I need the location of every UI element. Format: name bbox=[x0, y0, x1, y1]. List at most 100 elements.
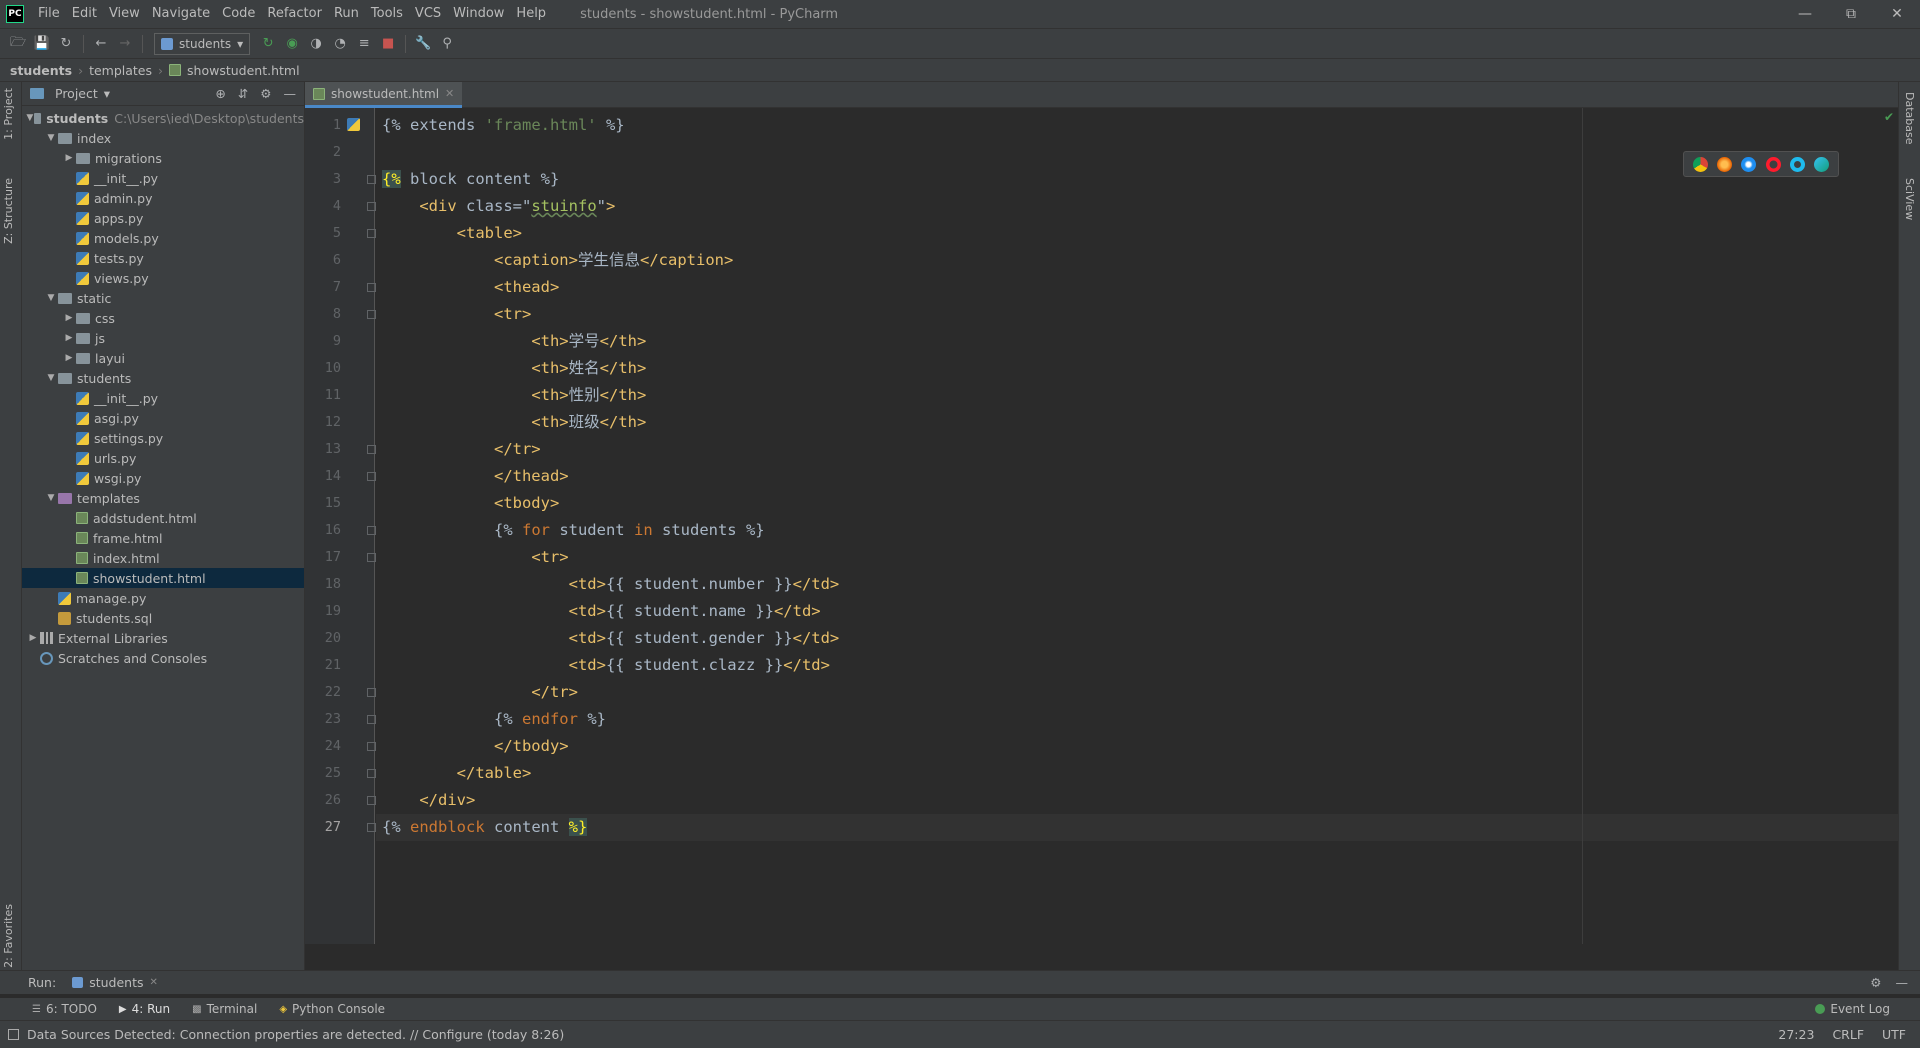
project-view-select[interactable]: Project bbox=[55, 86, 98, 101]
tab-database[interactable]: Database bbox=[1903, 92, 1916, 145]
chevron-right-icon[interactable]: ▶ bbox=[62, 333, 76, 343]
debug-bug-icon[interactable]: ◉ bbox=[280, 32, 304, 56]
fold-marker-icon[interactable] bbox=[367, 526, 376, 535]
fold-marker-icon[interactable] bbox=[367, 229, 376, 238]
sync-icon[interactable]: ↻ bbox=[54, 32, 78, 56]
tree-item[interactable]: addstudent.html bbox=[22, 508, 304, 528]
stop-icon[interactable]: ■ bbox=[376, 32, 400, 56]
chevron-down-icon[interactable]: ▼ bbox=[44, 373, 58, 383]
back-arrow-icon[interactable]: ← bbox=[89, 32, 113, 56]
fold-marker-icon[interactable] bbox=[367, 175, 376, 184]
tree-item[interactable]: index.html bbox=[22, 548, 304, 568]
menu-view[interactable]: View bbox=[103, 0, 146, 28]
coverage-icon[interactable]: ◑ bbox=[304, 32, 328, 56]
menu-edit[interactable]: Edit bbox=[66, 0, 103, 28]
opera-icon[interactable] bbox=[1765, 156, 1781, 172]
menu-refactor[interactable]: Refactor bbox=[261, 0, 328, 28]
forward-arrow-icon[interactable]: → bbox=[113, 32, 137, 56]
breadcrumb-project[interactable]: students bbox=[10, 63, 72, 78]
rerun-icon[interactable]: ↻ bbox=[256, 32, 280, 56]
chevron-right-icon[interactable]: ▶ bbox=[62, 353, 76, 363]
gear-icon[interactable]: ⚙ bbox=[1870, 975, 1881, 990]
tab-showstudent-html[interactable]: showstudent.html ✕ bbox=[305, 82, 463, 108]
tree-item[interactable]: frame.html bbox=[22, 528, 304, 548]
close-tab-icon[interactable]: ✕ bbox=[149, 977, 157, 988]
fold-marker-icon[interactable] bbox=[367, 823, 376, 832]
tab-project[interactable]: 1: Project bbox=[2, 88, 15, 140]
tab-structure[interactable]: Z: Structure bbox=[2, 178, 15, 244]
file-encoding[interactable]: UTF bbox=[1882, 1027, 1906, 1042]
tab-sciview[interactable]: SciView bbox=[1903, 178, 1916, 220]
tree-item[interactable]: apps.py bbox=[22, 208, 304, 228]
tree-item[interactable]: students.sql bbox=[22, 608, 304, 628]
chevron-down-icon[interactable]: ▾ bbox=[104, 86, 110, 101]
wrench-settings-icon[interactable]: 🔧 bbox=[411, 32, 435, 56]
tree-item[interactable]: views.py bbox=[22, 268, 304, 288]
chevron-right-icon[interactable]: ▶ bbox=[26, 633, 40, 643]
tab-todo[interactable]: ☰ 6: TODO bbox=[32, 1002, 97, 1016]
chevron-down-icon[interactable]: ▼ bbox=[44, 293, 58, 303]
tab-favorites[interactable]: 2: Favorites bbox=[2, 904, 15, 968]
chevron-down-icon[interactable]: ▼ bbox=[44, 133, 58, 143]
tab-terminal[interactable]: ▩ Terminal bbox=[192, 1002, 257, 1016]
event-log-button[interactable]: Event Log bbox=[1815, 1002, 1920, 1016]
fold-marker-icon[interactable] bbox=[367, 742, 376, 751]
fold-marker-icon[interactable] bbox=[367, 553, 376, 562]
menu-window[interactable]: Window bbox=[447, 0, 510, 28]
run-configuration-select[interactable]: students ▾ bbox=[154, 32, 251, 55]
fold-marker-icon[interactable] bbox=[367, 310, 376, 319]
tree-item[interactable]: ▼ templates bbox=[22, 488, 304, 508]
tree-item[interactable]: admin.py bbox=[22, 188, 304, 208]
tree-item[interactable]: ▶ js bbox=[22, 328, 304, 348]
tree-item[interactable]: __init__.py bbox=[22, 168, 304, 188]
tree-item[interactable]: asgi.py bbox=[22, 408, 304, 428]
close-tab-icon[interactable]: ✕ bbox=[445, 87, 454, 100]
gear-icon[interactable]: ⚙ bbox=[260, 86, 271, 101]
tree-item[interactable]: ▶ External Libraries bbox=[22, 628, 304, 648]
fold-marker-icon[interactable] bbox=[367, 472, 376, 481]
fold-marker-icon[interactable] bbox=[367, 445, 376, 454]
fold-marker-icon[interactable] bbox=[367, 202, 376, 211]
status-message[interactable]: Data Sources Detected: Connection proper… bbox=[27, 1027, 564, 1042]
fold-marker-icon[interactable] bbox=[367, 283, 376, 292]
hide-panel-icon[interactable]: — bbox=[284, 86, 297, 101]
ie-icon[interactable] bbox=[1789, 156, 1805, 172]
tree-item[interactable]: manage.py bbox=[22, 588, 304, 608]
menu-run[interactable]: Run bbox=[328, 0, 365, 28]
locate-target-icon[interactable]: ⊕ bbox=[215, 86, 225, 101]
chevron-down-icon[interactable]: ▼ bbox=[44, 493, 58, 503]
build-icon[interactable]: ≡ bbox=[352, 32, 376, 56]
save-icon[interactable]: 💾 bbox=[30, 32, 54, 56]
tree-item[interactable]: __init__.py bbox=[22, 388, 304, 408]
hide-panel-icon[interactable]: — bbox=[1896, 975, 1909, 990]
tree-item[interactable]: ▶ css bbox=[22, 308, 304, 328]
profile-icon[interactable]: ◔ bbox=[328, 32, 352, 56]
tree-item[interactable]: ▼ students bbox=[22, 368, 304, 388]
chevron-right-icon[interactable]: ▶ bbox=[62, 313, 76, 323]
tab-python-console[interactable]: ◈ Python Console bbox=[279, 1002, 385, 1016]
fold-marker-icon[interactable] bbox=[367, 715, 376, 724]
tree-item[interactable]: tests.py bbox=[22, 248, 304, 268]
safari-icon[interactable] bbox=[1741, 156, 1757, 172]
minimize-icon[interactable]: — bbox=[1782, 0, 1828, 28]
search-icon[interactable]: ⚲ bbox=[435, 32, 459, 56]
collapse-all-icon[interactable]: ⇵ bbox=[238, 86, 248, 101]
caret-position[interactable]: 27:23 bbox=[1778, 1027, 1814, 1042]
tree-item[interactable]: ▶ layui bbox=[22, 348, 304, 368]
breadcrumb-folder[interactable]: templates bbox=[89, 63, 152, 78]
tree-item[interactable]: ▼ index bbox=[22, 128, 304, 148]
edge-icon[interactable] bbox=[1814, 156, 1830, 172]
run-tab-students[interactable]: students ✕ bbox=[66, 975, 164, 990]
tree-item[interactable]: settings.py bbox=[22, 428, 304, 448]
menu-tools[interactable]: Tools bbox=[365, 0, 409, 28]
chrome-icon[interactable] bbox=[1692, 156, 1708, 172]
tree-item[interactable]: ▼ static bbox=[22, 288, 304, 308]
tree-item[interactable]: models.py bbox=[22, 228, 304, 248]
tree-item[interactable]: showstudent.html bbox=[22, 568, 304, 588]
chevron-down-icon[interactable]: ▼ bbox=[26, 113, 34, 123]
breadcrumb-file[interactable]: showstudent.html bbox=[187, 63, 300, 78]
chevron-right-icon[interactable]: ▶ bbox=[62, 153, 76, 163]
tree-item[interactable]: ▼ students C:\Users\ied\Desktop\students bbox=[22, 108, 304, 128]
fold-marker-icon[interactable] bbox=[367, 769, 376, 778]
status-panel-icon[interactable] bbox=[8, 1029, 19, 1040]
